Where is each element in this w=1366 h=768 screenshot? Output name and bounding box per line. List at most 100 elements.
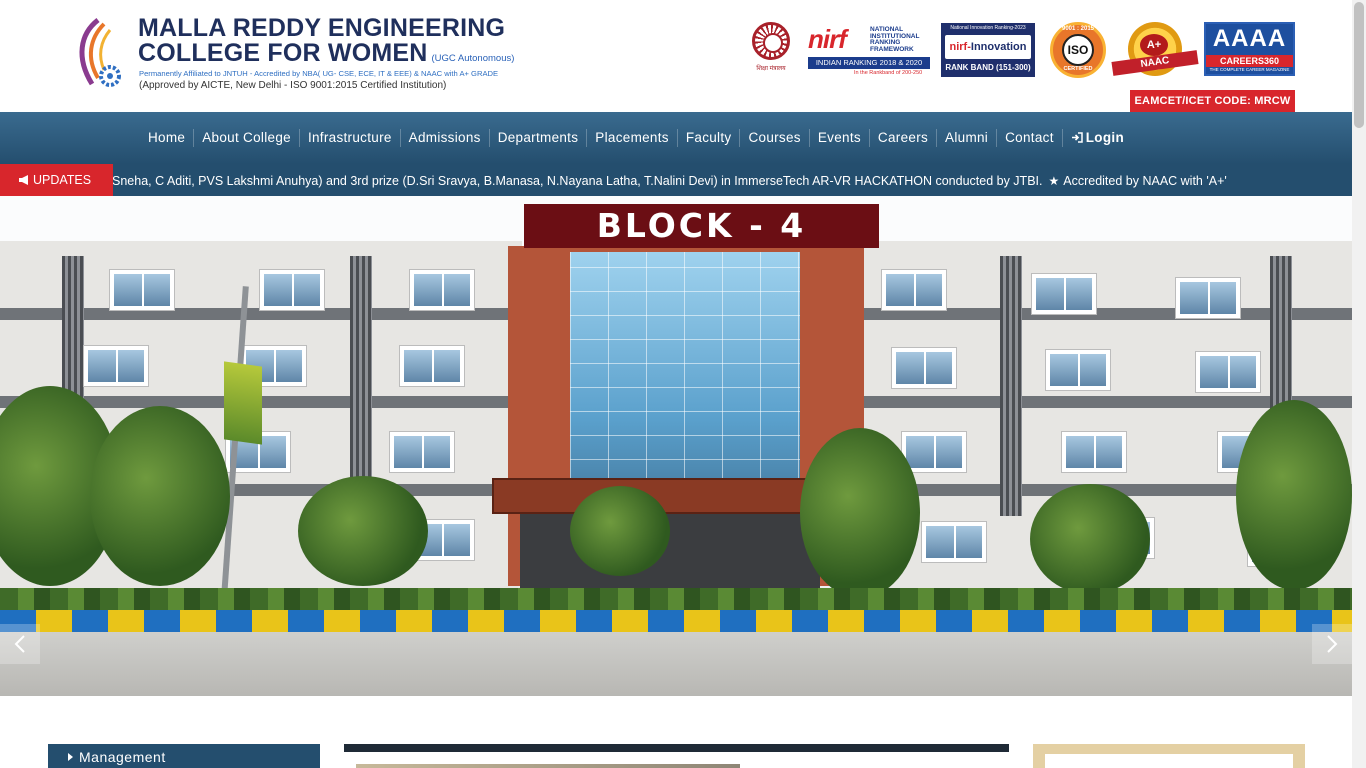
- eamcet-code-badge: EAMCET/ICET CODE: MRCW: [1130, 90, 1295, 112]
- nirf-side-label: NATIONAL INSTITUTIONAL RANKING FRAMEWORK: [870, 26, 920, 53]
- bullhorn-icon: [19, 175, 28, 185]
- main-navigation: Home About College Infrastructure Admiss…: [0, 112, 1352, 164]
- nirf-logo: nirf: [808, 24, 847, 55]
- sign-in-icon: [1071, 132, 1083, 143]
- block-sign: BLOCK - 4: [524, 204, 879, 248]
- ticker-item: Accredited by NAAC with 'A+': [1063, 174, 1227, 188]
- updates-label[interactable]: UPDATES: [0, 164, 113, 196]
- nav-item-admissions[interactable]: Admissions: [401, 129, 490, 147]
- slider-prev-button[interactable]: [0, 624, 40, 664]
- building-window: [892, 348, 956, 388]
- right-content-panel: [1033, 744, 1305, 768]
- nirf-rankband-note: In the Rankband of 200-250: [854, 70, 923, 76]
- nirf-ranking-band: INDIAN RANKING 2018 & 2020: [808, 57, 930, 69]
- tree: [1030, 484, 1150, 594]
- building-window: [882, 270, 946, 310]
- building-window: [1046, 350, 1110, 390]
- right-panel-inner: [1045, 754, 1293, 768]
- iso-label: ISO: [1062, 34, 1094, 66]
- iso-certified-label: CERTIFIED: [1063, 66, 1093, 72]
- nav-item-events[interactable]: Events: [810, 129, 870, 147]
- innovation-ranking-title: National Innovation Ranking-2023: [950, 25, 1026, 31]
- building-window: [400, 346, 464, 386]
- nav-item-about-college[interactable]: About College: [194, 129, 300, 147]
- caret-right-icon: [68, 753, 73, 761]
- tree: [298, 476, 428, 586]
- updates-label-text: UPDATES: [33, 173, 92, 187]
- nirf-logo-prefix: nir: [808, 24, 839, 54]
- scrollbar-thumb[interactable]: [1354, 2, 1364, 128]
- star-icon: ★: [1048, 174, 1060, 188]
- nav-item-careers[interactable]: Careers: [870, 129, 938, 147]
- building-window: [1176, 278, 1240, 318]
- ashoka-chakra-icon: [752, 22, 790, 60]
- page-scrollbar[interactable]: [1352, 0, 1366, 768]
- building-window: [260, 270, 324, 310]
- tree: [570, 486, 670, 576]
- slider-next-button[interactable]: [1312, 624, 1352, 664]
- center-content-panel: [344, 744, 1009, 768]
- affiliation-text: Permanently Affiliated to JNTUH - Accred…: [139, 69, 499, 78]
- building-window: [1032, 274, 1096, 314]
- college-name-line2: COLLEGE FOR WOMEN: [138, 39, 428, 67]
- nav-item-alumni[interactable]: Alumni: [937, 129, 998, 147]
- building-pillar: [1000, 256, 1022, 516]
- nav-menu: Home About College Infrastructure Admiss…: [140, 112, 1132, 164]
- college-logo[interactable]: [70, 14, 126, 94]
- iso-certified-badge: 9001 : 2015 ISO CERTIFIED: [1050, 22, 1106, 78]
- approval-text: (Approved by AICTE, New Delhi - ISO 9001…: [139, 80, 447, 91]
- nav-item-infrastructure[interactable]: Infrastructure: [300, 129, 401, 147]
- careers360-badge: AAAA CAREERS360 THE COMPLETE CAREER MAGA…: [1204, 22, 1295, 76]
- college-name[interactable]: MALLA REDDY ENGINEERING COLLEGE FOR WOME…: [138, 16, 514, 71]
- careers360-name: CAREERS360: [1206, 55, 1293, 67]
- nav-item-placements[interactable]: Placements: [587, 129, 678, 147]
- nav-item-login[interactable]: Login: [1063, 129, 1132, 147]
- building-entrance: [520, 514, 820, 589]
- management-panel-header[interactable]: Management: [48, 744, 320, 768]
- chevron-left-icon: [14, 635, 25, 653]
- innovation-rank-band: RANK BAND (151-300): [945, 63, 1031, 72]
- hedge: [0, 588, 1352, 610]
- tree: [800, 428, 920, 598]
- careers360-grade: AAAA: [1212, 25, 1287, 52]
- center-panel-image: [356, 764, 740, 768]
- nirf-framework-text: NATIONAL INSTITUTIONAL RANKING FRAMEWORK: [870, 26, 930, 53]
- iso-standard: 9001 : 2015: [1061, 26, 1095, 32]
- building-window: [1062, 432, 1126, 472]
- building-window: [390, 432, 454, 472]
- ticker-item: Sneha, C Aditi, PVS Lakshmi Anuhya) and …: [112, 174, 1043, 188]
- lamp-banner: [224, 361, 262, 445]
- management-label: Management: [79, 749, 166, 765]
- nirf-innovation-badge: National Innovation Ranking-2023 nirf-In…: [941, 23, 1035, 77]
- innovation-logo: nirf-Innovation: [945, 35, 1031, 59]
- tree: [1236, 400, 1352, 590]
- careers360-tagline: THE COMPLETE CAREER MAGAZINE: [1209, 67, 1290, 72]
- college-name-line1: MALLA REDDY ENGINEERING: [138, 14, 506, 42]
- innovation-word: Innovation: [970, 41, 1027, 53]
- education-ministry-badge: शिक्षा मंत्रालय: [744, 20, 798, 78]
- ugc-tag: (UGC Autonomous): [431, 53, 515, 64]
- road: [0, 632, 1352, 696]
- building-window: [110, 270, 174, 310]
- nav-item-faculty[interactable]: Faculty: [678, 129, 741, 147]
- chevron-right-icon: [1327, 635, 1338, 653]
- building-window: [922, 522, 986, 562]
- painted-curb: [0, 610, 1352, 632]
- naac-grade: A+: [1140, 34, 1168, 56]
- building-window: [902, 432, 966, 472]
- building-window: [410, 270, 474, 310]
- building-window: [1196, 352, 1260, 392]
- nav-item-contact[interactable]: Contact: [997, 129, 1063, 147]
- tree: [90, 406, 230, 586]
- nirf-badge: nirf NATIONAL INSTITUTIONAL RANKING FRAM…: [806, 24, 932, 78]
- hero-slider: BLOCK - 4: [0, 196, 1352, 696]
- updates-ticker: UPDATES Sneha, C Aditi, PVS Lakshmi Anuh…: [0, 164, 1352, 196]
- naac-badge: A+ NAAC: [1111, 22, 1199, 80]
- nav-item-home[interactable]: Home: [140, 129, 195, 147]
- education-ministry-label: शिक्षा मंत्रालय: [756, 66, 786, 72]
- site-header: MALLA REDDY ENGINEERING COLLEGE FOR WOME…: [0, 0, 1352, 112]
- building-window: [84, 346, 148, 386]
- nav-item-departments[interactable]: Departments: [490, 129, 588, 147]
- ticker-marquee[interactable]: Sneha, C Aditi, PVS Lakshmi Anuhya) and …: [112, 164, 1227, 196]
- nav-item-courses[interactable]: Courses: [740, 129, 810, 147]
